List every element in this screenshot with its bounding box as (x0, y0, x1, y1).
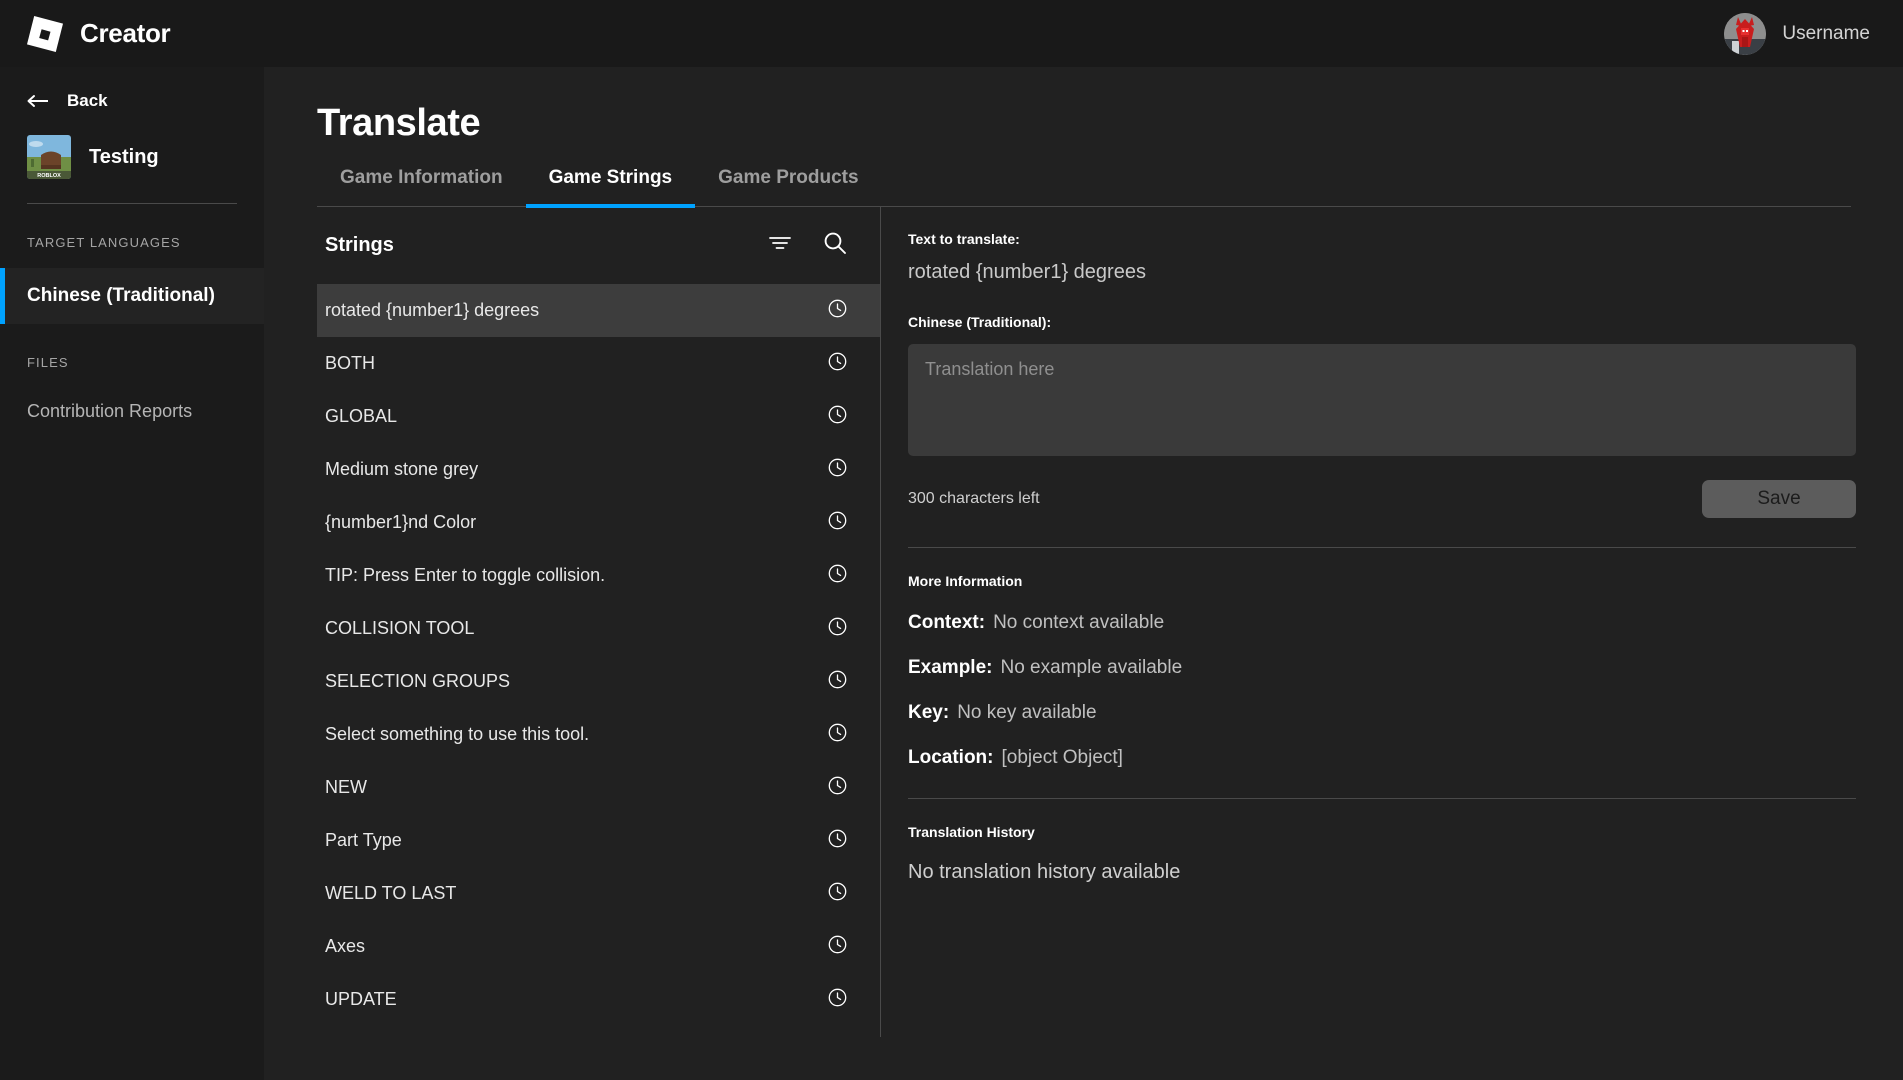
list-item[interactable]: rotated {number1} degrees (317, 284, 880, 337)
translation-history-empty: No translation history available (908, 861, 1181, 883)
avatar[interactable] (1724, 12, 1767, 55)
clock-history-icon[interactable] (828, 458, 847, 482)
list-item[interactable]: WELD TO LAST (317, 867, 880, 920)
clock-history-icon[interactable] (828, 935, 847, 959)
save-row: 300 characters left Save (908, 480, 1856, 518)
page-title: Translate (317, 102, 481, 144)
clock-history-icon[interactable] (828, 988, 847, 1012)
translation-panel: Text to translate: rotated {number1} deg… (881, 207, 1856, 1037)
tab-game-products[interactable]: Game Products (695, 167, 881, 208)
clock-history-icon[interactable] (828, 617, 847, 641)
list-item[interactable]: Axes (317, 920, 880, 973)
active-accent-bar (0, 268, 5, 324)
source-label: Text to translate: (908, 231, 1020, 247)
list-item[interactable]: Part Type (317, 814, 880, 867)
game-thumbnail: ROBLOX (27, 135, 71, 179)
info-key: Context: (908, 612, 986, 633)
filter-icon[interactable] (769, 235, 791, 256)
character-count: 300 characters left (908, 490, 1040, 507)
list-item[interactable]: Select something to use this tool. (317, 708, 880, 761)
save-button[interactable]: Save (1702, 480, 1856, 518)
username-label: Username (1782, 22, 1870, 44)
string-label: Axes (325, 936, 366, 956)
info-value: No example available (1000, 657, 1183, 678)
info-key: Example: (908, 657, 993, 678)
string-label: Medium stone grey (325, 459, 479, 479)
clock-history-icon[interactable] (828, 776, 847, 800)
game-name: Testing (89, 145, 159, 168)
strings-title: Strings (325, 234, 394, 256)
main-content: Translate Game Information Game Strings … (264, 67, 1903, 1080)
target-language-label: Chinese (Traditional): (908, 314, 1052, 330)
sidebar-item-contribution-reports[interactable]: Contribution Reports (0, 370, 264, 422)
user-menu[interactable]: Username (1724, 12, 1903, 55)
list-item[interactable]: COLLISION TOOL (317, 602, 880, 655)
clock-history-icon[interactable] (828, 670, 847, 694)
svg-text:ROBLOX: ROBLOX (37, 173, 61, 179)
clock-history-icon[interactable] (828, 564, 847, 588)
info-value: No context available (993, 612, 1165, 633)
string-label: Select something to use this tool. (325, 724, 590, 744)
back-label: Back (67, 91, 108, 110)
strings-panel: Strings rotated {number1} degrees BOTH G… (317, 207, 881, 1037)
info-value: No key available (957, 702, 1097, 723)
string-label: Part Type (325, 830, 402, 850)
tab-game-strings[interactable]: Game Strings (525, 167, 696, 208)
info-row-context: Context: No context available (908, 589, 1856, 634)
roblox-logo-icon (27, 15, 63, 52)
list-item[interactable]: NEW (317, 761, 880, 814)
string-label: GLOBAL (325, 406, 398, 426)
string-label: WELD TO LAST (325, 883, 457, 903)
clock-history-icon[interactable] (828, 511, 847, 535)
string-label: UPDATE (325, 989, 397, 1009)
string-label: BOTH (325, 353, 376, 373)
files-header: FILES (27, 355, 69, 370)
sidebar-item-label: Chinese (Traditional) (27, 285, 215, 306)
translation-input[interactable] (908, 344, 1856, 456)
content-area: Strings rotated {number1} degrees BOTH G… (317, 207, 1856, 1037)
info-row-key: Key: No key available (908, 679, 1856, 724)
tab-bar: Game Information Game Strings Game Produ… (317, 167, 1851, 208)
search-icon[interactable] (823, 231, 847, 260)
clock-history-icon[interactable] (828, 882, 847, 906)
more-information-header: More Information (908, 573, 1023, 589)
clock-history-icon[interactable] (828, 352, 847, 376)
info-row-location: Location: [object Object] (908, 724, 1856, 769)
string-label: {number1}nd Color (325, 512, 477, 532)
target-languages-header: TARGET LANGUAGES (27, 235, 181, 250)
string-label: SELECTION GROUPS (325, 671, 511, 691)
clock-history-icon[interactable] (828, 299, 847, 323)
brand-name: Creator (80, 18, 171, 48)
info-key: Key: (908, 702, 950, 723)
info-row-example: Example: No example available (908, 634, 1856, 679)
list-item[interactable]: {number1}nd Color (317, 496, 880, 549)
string-label: TIP: Press Enter to toggle collision. (325, 565, 606, 585)
list-item[interactable]: BOTH (317, 337, 880, 390)
sidebar: Back ROBLOX Testing TARGET LANGUAGES Chi… (0, 67, 264, 1080)
string-label: COLLISION TOOL (325, 618, 475, 638)
game-entry[interactable]: ROBLOX Testing (0, 111, 264, 179)
translation-history-header: Translation History (908, 824, 1035, 840)
sidebar-item-chinese-traditional[interactable]: Chinese (Traditional) (0, 268, 264, 324)
strings-panel-header: Strings (317, 207, 880, 284)
top-bar: Creator Username (0, 0, 1903, 67)
list-item[interactable]: Medium stone grey (317, 443, 880, 496)
list-item[interactable]: SELECTION GROUPS (317, 655, 880, 708)
string-label: NEW (325, 777, 367, 797)
source-text: rotated {number1} degrees (908, 261, 1146, 283)
tab-game-information[interactable]: Game Information (317, 167, 526, 208)
arrow-left-icon (27, 95, 48, 107)
info-key: Location: (908, 747, 994, 768)
back-button[interactable]: Back (0, 67, 264, 111)
brand-area[interactable]: Creator (0, 15, 171, 52)
clock-history-icon[interactable] (828, 829, 847, 853)
list-item[interactable]: UPDATE (317, 973, 880, 1026)
string-label: rotated {number1} degrees (325, 300, 540, 320)
info-value: [object Object] (1001, 747, 1123, 768)
list-item[interactable]: GLOBAL (317, 390, 880, 443)
clock-history-icon[interactable] (828, 723, 847, 747)
list-item[interactable]: TIP: Press Enter to toggle collision. (317, 549, 880, 602)
clock-history-icon[interactable] (828, 405, 847, 429)
